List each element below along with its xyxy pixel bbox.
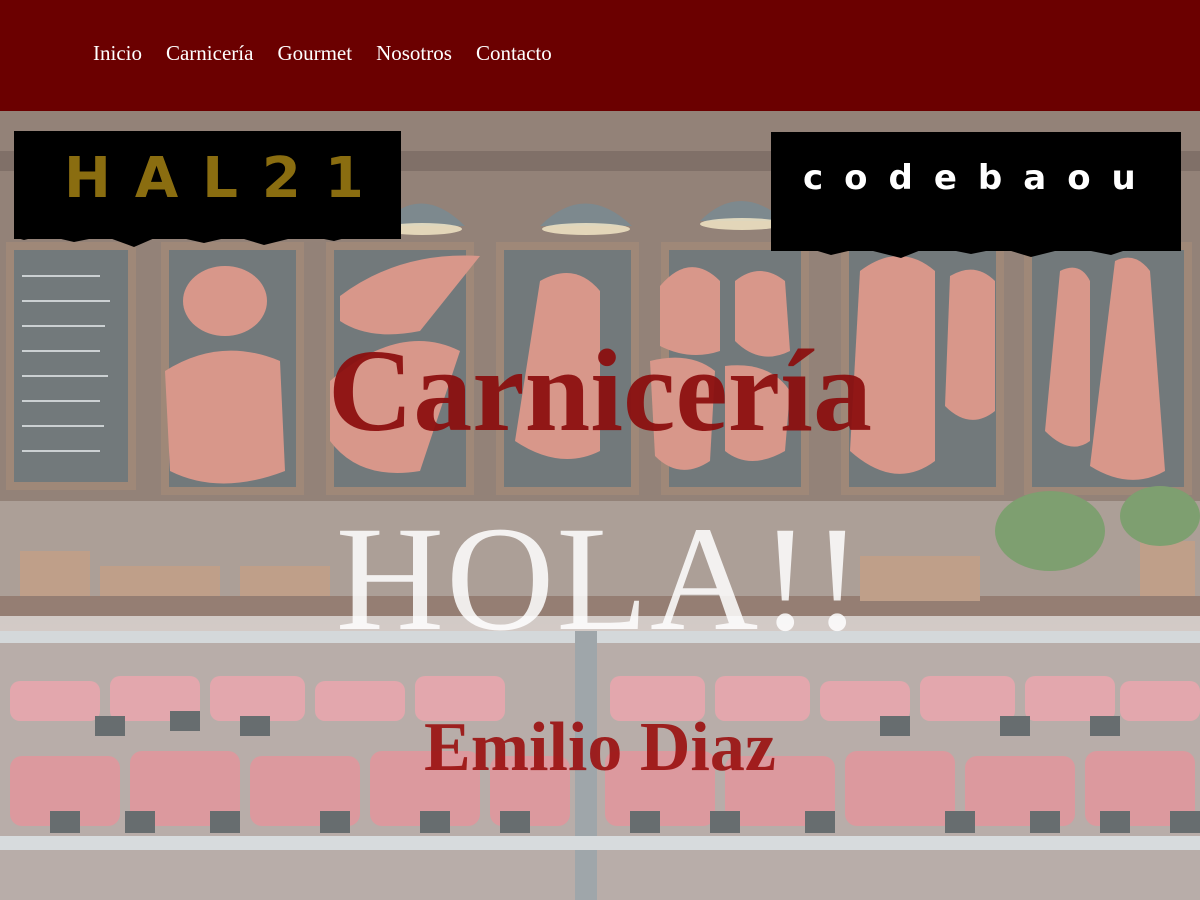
hero-title: Carnicería	[328, 325, 872, 456]
hero-section: HAL21 codebaou Carnicería HOLA!! Emilio …	[0, 111, 1200, 900]
hero-greeting: HOLA!!	[335, 496, 865, 662]
brand-logo-left[interactable]: HAL21	[14, 131, 401, 247]
nav-link-contacto[interactable]: Contacto	[476, 40, 552, 66]
brand-logo-right[interactable]: codebaou	[771, 132, 1181, 258]
nav-link-gourmet[interactable]: Gourmet	[277, 40, 352, 66]
brush-stroke-decoration	[771, 239, 1181, 258]
nav-link-carniceria[interactable]: Carnicería	[166, 40, 253, 66]
main-navigation: Inicio Carnicería Gourmet Nosotros Conta…	[93, 40, 552, 66]
nav-link-nosotros[interactable]: Nosotros	[376, 40, 452, 66]
nav-link-inicio[interactable]: Inicio	[93, 40, 142, 66]
top-navbar: Inicio Carnicería Gourmet Nosotros Conta…	[0, 0, 1200, 111]
brand-left-text: HAL21	[64, 146, 388, 211]
brand-right-text: codebaou	[803, 158, 1157, 198]
hero-subtitle: Emilio Diaz	[424, 709, 776, 786]
brush-stroke-decoration	[14, 227, 401, 247]
